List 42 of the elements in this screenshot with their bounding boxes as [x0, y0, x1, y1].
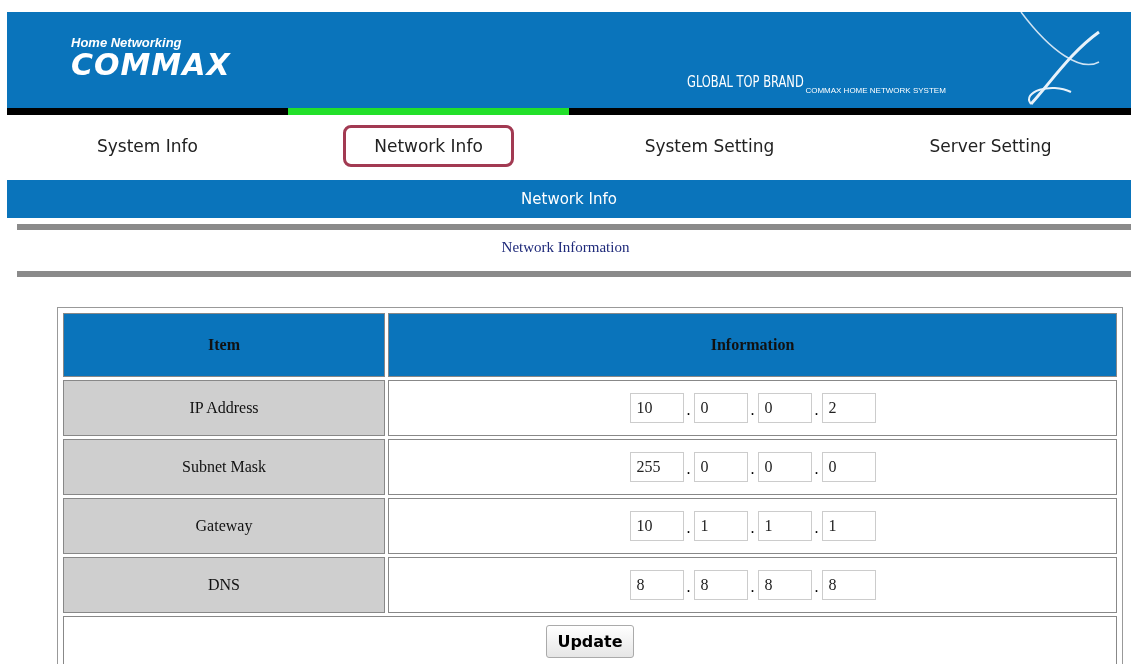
input-field[interactable]: 0	[693, 393, 748, 423]
octet-separator: .	[685, 401, 692, 420]
input-field[interactable]: 0	[757, 393, 812, 423]
octet-separator: .	[685, 460, 692, 479]
slogan: GLOBAL TOP BRAND	[687, 73, 804, 91]
input-field[interactable]: 1	[757, 511, 812, 541]
input-field[interactable]: 1	[693, 511, 748, 541]
table-cell: Subnet Mask	[63, 439, 385, 495]
input-field[interactable]: 0	[693, 452, 748, 482]
logo-tagline: Home Networking	[71, 36, 183, 50]
octet-separator: .	[749, 460, 756, 479]
octet-separator: .	[813, 460, 820, 479]
octet-separator: .	[749, 578, 756, 597]
table-cell: Gateway	[63, 498, 385, 554]
octet-separator: .	[813, 401, 820, 420]
octet-separator: .	[813, 519, 820, 538]
table-cell: IP Address	[63, 380, 385, 436]
input-field[interactable]: 8	[629, 570, 684, 600]
input-field[interactable]: 10	[629, 393, 684, 423]
input-field[interactable]: 8	[693, 570, 748, 600]
input-field[interactable]: 10	[629, 511, 684, 541]
input-field[interactable]: 0	[821, 452, 876, 482]
octet-separator: .	[685, 519, 692, 538]
octet-separator: .	[685, 578, 692, 597]
input-field[interactable]: 2	[821, 393, 876, 423]
table-cell: DNS	[63, 557, 385, 613]
input-field[interactable]: 8	[821, 570, 876, 600]
update-button[interactable]: Update	[546, 625, 634, 658]
octet-separator: .	[749, 519, 756, 538]
logo: COMMAX	[71, 50, 231, 80]
octet-separator: .	[749, 401, 756, 420]
slogan-subtitle: COMMAX HOME NETWORK SYSTEM	[805, 86, 946, 95]
column-header: Item	[63, 313, 385, 377]
section-title: Network Information	[501, 239, 630, 256]
column-header: Information	[388, 313, 1117, 377]
section-bar: Network Info	[7, 180, 1131, 218]
octet-separator: .	[813, 578, 820, 597]
input-field[interactable]: 255	[629, 452, 684, 482]
input-field[interactable]: 1	[821, 511, 876, 541]
tab[interactable]: Network Info	[343, 125, 514, 167]
input-field[interactable]: 8	[757, 570, 812, 600]
input-field[interactable]: 0	[757, 452, 812, 482]
